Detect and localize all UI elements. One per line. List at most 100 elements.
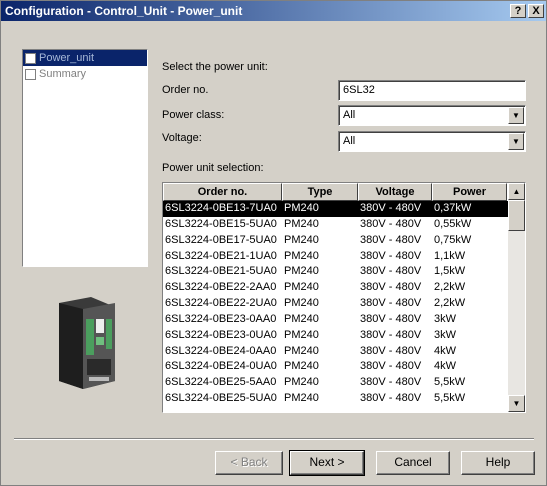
table-cell: 380V - 480V xyxy=(360,344,422,357)
table-header: Order no. Type Voltage Power xyxy=(163,183,525,201)
table-cell: 380V - 480V xyxy=(360,202,422,214)
vertical-scrollbar[interactable]: ▲ ▼ xyxy=(508,183,525,412)
help-title-button[interactable]: ? xyxy=(510,4,526,18)
window-title: Configuration - Control_Unit - Power_uni… xyxy=(5,4,243,18)
table-cell: PM240 xyxy=(284,265,319,278)
table-cell: 2,2kW xyxy=(434,281,466,294)
table-cell: 380V - 480V xyxy=(360,297,422,310)
table-cell: 4kW xyxy=(434,344,456,357)
table-row[interactable]: 6SL3224-0BE22-2UA0 PM240 380V - 480V 2,2kW xyxy=(163,296,525,312)
title-bar: Configuration - Control_Unit - Power_uni… xyxy=(1,1,546,21)
tree-item-label: Summary xyxy=(39,68,87,80)
table-cell: PM240 xyxy=(284,249,319,262)
table-cell: 6SL3224-0BE21-1UA0 xyxy=(165,249,277,262)
table-cell: PM240 xyxy=(284,233,319,246)
table-cell: PM240 xyxy=(284,297,319,310)
table-cell: 380V - 480V xyxy=(360,233,422,246)
table-cell: PM240 xyxy=(284,281,319,294)
table-cell: 3kW xyxy=(434,328,456,341)
table-cell: 6SL3224-0BE23-0AA0 xyxy=(165,312,277,325)
table-cell: 0,37kW xyxy=(434,202,472,214)
table-cell: 380V - 480V xyxy=(360,217,422,230)
table-row[interactable]: 6SL3224-0BE23-0AA0 PM240 380V - 480V 3kW xyxy=(163,312,525,328)
table-cell: PM240 xyxy=(284,360,319,373)
table-row[interactable]: 6SL3224-0BE22-2AA0 PM240 380V - 480V 2,2kW xyxy=(163,280,525,296)
table-cell: 380V - 480V xyxy=(360,312,422,325)
table-row[interactable]: 6SL3224-0BE24-0AA0 PM240 380V - 480V 4kW xyxy=(163,344,525,360)
voltage-select[interactable]: All ▼ xyxy=(338,131,526,152)
tree-item-summary[interactable]: Summary xyxy=(23,66,147,82)
close-title-button[interactable]: X xyxy=(528,4,544,18)
table-cell: 3kW xyxy=(434,312,456,325)
table-cell: PM240 xyxy=(284,376,319,389)
power-class-label: Power class: xyxy=(162,109,225,121)
table-row[interactable]: 6SL3224-0BE13-7UA0 PM240 380V - 480V 0,37kW xyxy=(163,201,525,217)
table-cell: 380V - 480V xyxy=(360,360,422,373)
table-cell: 6SL3224-0BE13-7UA0 xyxy=(165,202,277,214)
footer-separator xyxy=(14,438,534,440)
table-row[interactable]: 6SL3224-0BE24-0UA0 PM240 380V - 480V 4kW xyxy=(163,359,525,375)
help-button[interactable]: Help xyxy=(461,451,535,475)
table-cell: 1,5kW xyxy=(434,265,466,278)
table-row[interactable]: 6SL3224-0BE25-5AA0 PM240 380V - 480V 5,5kW xyxy=(163,375,525,391)
tree-item-label: Power_unit xyxy=(39,52,95,64)
table-row[interactable]: 6SL3224-0BE21-1UA0 PM240 380V - 480V 1,1kW xyxy=(163,249,525,265)
table-cell: 6SL3224-0BE22-2UA0 xyxy=(165,297,277,310)
table-row[interactable]: 6SL3224-0BE17-5UA0 PM240 380V - 480V 0,75kW xyxy=(163,233,525,249)
table-cell: 5,5kW xyxy=(434,392,466,405)
table-cell: PM240 xyxy=(284,202,319,214)
column-header-power[interactable]: Power xyxy=(432,183,507,201)
scroll-thumb[interactable] xyxy=(508,200,525,231)
table-cell: 6SL3224-0BE25-5AA0 xyxy=(165,376,277,389)
navigation-tree: Power_unit Summary xyxy=(22,49,148,267)
next-button[interactable]: Next > xyxy=(289,450,365,476)
back-button[interactable]: < Back xyxy=(215,451,283,475)
power-class-select[interactable]: All ▼ xyxy=(338,105,526,126)
table-cell: 5,5kW xyxy=(434,376,466,389)
table-cell: 6SL3224-0BE23-0UA0 xyxy=(165,328,277,341)
table-cell: PM240 xyxy=(284,217,319,230)
table-cell: 0,55kW xyxy=(434,217,472,230)
table-cell: 380V - 480V xyxy=(360,281,422,294)
table-cell: 380V - 480V xyxy=(360,249,422,262)
dropdown-arrow-icon[interactable]: ▼ xyxy=(508,133,524,150)
table-cell: 6SL3224-0BE22-2AA0 xyxy=(165,281,277,294)
table-cell: 380V - 480V xyxy=(360,392,422,405)
scroll-up-arrow-icon[interactable]: ▲ xyxy=(508,183,525,200)
table-cell: 6SL3224-0BE21-5UA0 xyxy=(165,265,277,278)
voltage-value: All xyxy=(343,135,356,147)
table-cell: 6SL3224-0BE24-0UA0 xyxy=(165,360,277,373)
power-class-value: All xyxy=(343,109,356,121)
table-cell: PM240 xyxy=(284,392,319,405)
table-row[interactable]: 6SL3224-0BE25-5UA0 PM240 380V - 480V 5,5kW xyxy=(163,391,525,407)
table-cell: 380V - 480V xyxy=(360,328,422,341)
column-header-order-no[interactable]: Order no. xyxy=(163,183,282,201)
config-dialog: Configuration - Control_Unit - Power_uni… xyxy=(0,0,547,486)
checkbox-icon[interactable] xyxy=(25,53,36,64)
column-header-type[interactable]: Type xyxy=(282,183,358,201)
table-cell: 0,75kW xyxy=(434,233,472,246)
order-no-input[interactable]: 6SL32 xyxy=(338,80,526,101)
table-cell: 6SL3224-0BE17-5UA0 xyxy=(165,233,277,246)
table-cell: 2,2kW xyxy=(434,297,466,310)
selection-label: Power unit selection: xyxy=(162,162,264,174)
table-cell: 1,1kW xyxy=(434,249,466,262)
column-header-voltage[interactable]: Voltage xyxy=(358,183,432,201)
cancel-button[interactable]: Cancel xyxy=(376,451,450,475)
table-cell: PM240 xyxy=(284,312,319,325)
table-row[interactable]: 6SL3224-0BE21-5UA0 PM240 380V - 480V 1,5kW xyxy=(163,264,525,280)
checkbox-icon[interactable] xyxy=(25,69,36,80)
table-cell: 380V - 480V xyxy=(360,265,422,278)
table-row[interactable]: 6SL3224-0BE15-5UA0 PM240 380V - 480V 0,55kW xyxy=(163,217,525,233)
power-unit-table: Order no. Type Voltage Power 6SL3224-0BE… xyxy=(162,182,526,413)
table-cell: 6SL3224-0BE15-5UA0 xyxy=(165,217,277,230)
form-heading: Select the power unit: xyxy=(162,61,268,73)
table-row[interactable]: 6SL3224-0BE23-0UA0 PM240 380V - 480V 3kW xyxy=(163,328,525,344)
voltage-label: Voltage: xyxy=(162,132,202,144)
scroll-down-arrow-icon[interactable]: ▼ xyxy=(508,395,525,412)
tree-item-power-unit[interactable]: Power_unit xyxy=(23,50,147,66)
dropdown-arrow-icon[interactable]: ▼ xyxy=(508,107,524,124)
power-unit-image xyxy=(59,297,115,389)
table-cell: 4kW xyxy=(434,360,456,373)
table-cell: 6SL3224-0BE25-5UA0 xyxy=(165,392,277,405)
